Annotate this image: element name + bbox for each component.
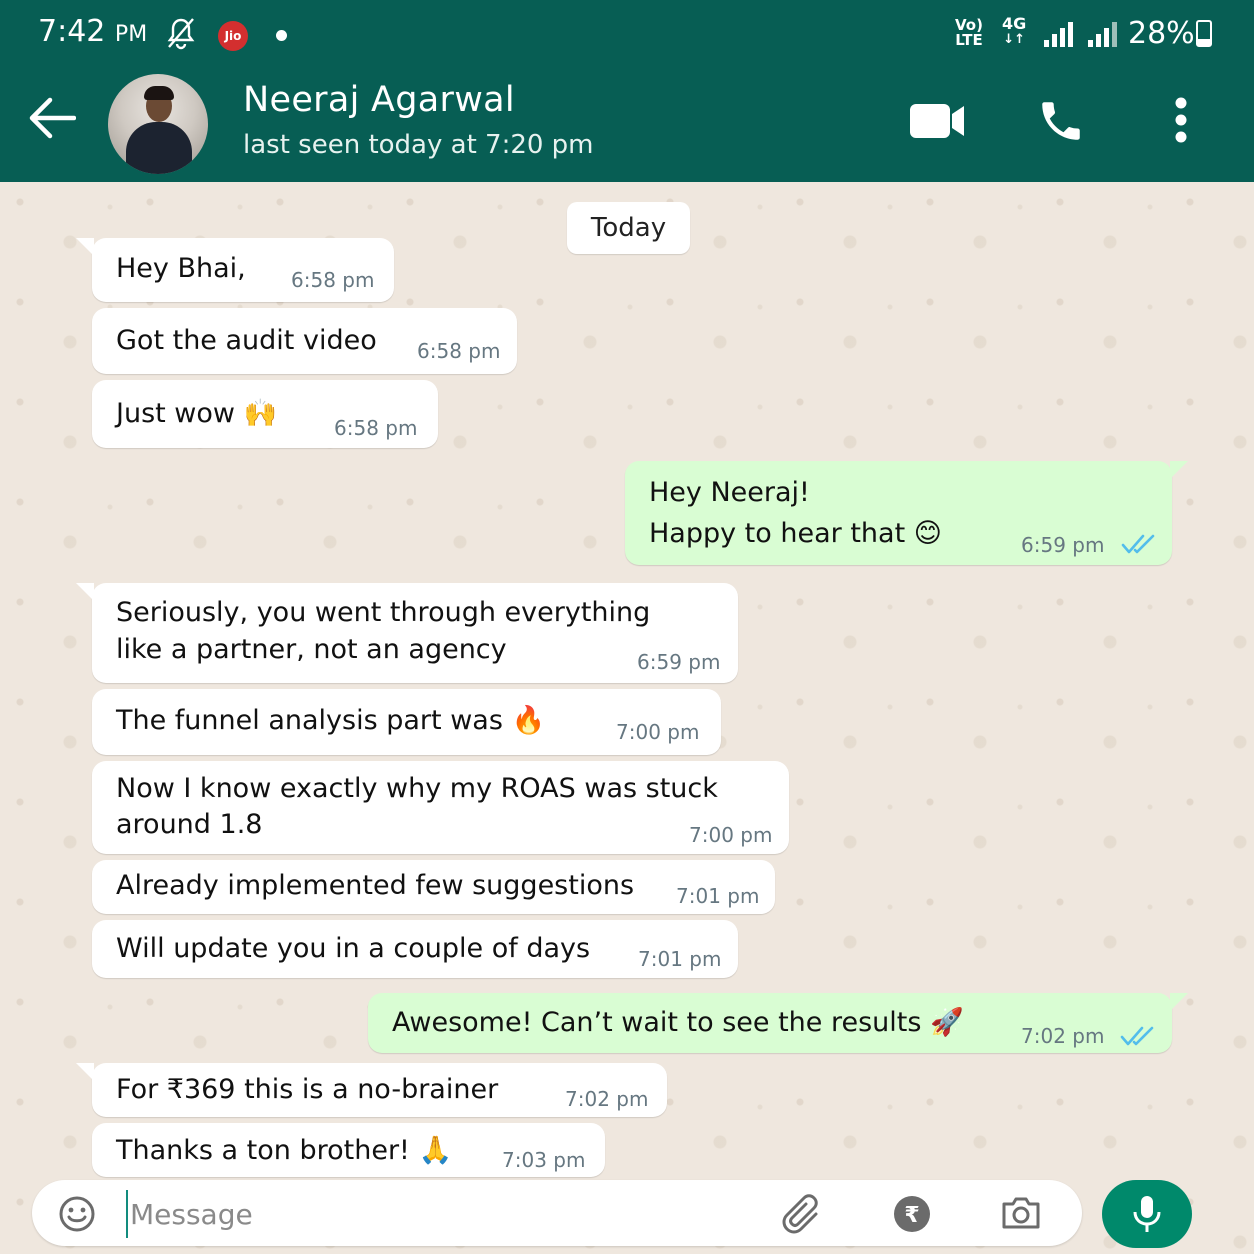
message-time: 6:59 pm (1021, 533, 1105, 557)
message-bubble-incoming[interactable]: The funnel analysis part was 🔥 7:00 pm (92, 689, 721, 755)
message-time: 7:01 pm (676, 884, 760, 908)
read-ticks-icon (1120, 1025, 1154, 1051)
message-text: Hey Bhai, (116, 253, 246, 284)
message-bubble-incoming[interactable]: Will update you in a couple of days 7:01… (92, 920, 738, 978)
message-bubble-incoming[interactable]: Seriously, you went through everything l… (76, 583, 738, 683)
message-bubble-incoming[interactable]: Got the audit video 6:58 pm (92, 308, 517, 374)
status-time: 7:42 PM (38, 14, 148, 49)
date-chip: Today (567, 202, 690, 254)
message-text: For ₹369 this is a no-brainer (116, 1074, 499, 1105)
video-call-icon[interactable] (908, 100, 966, 144)
status-bar: 7:42 PM Jio Vo) LTE 4G ↓↑ 28% (0, 0, 1254, 70)
message-text: Already implemented few suggestions (116, 870, 635, 901)
message-time: 7:02 pm (565, 1087, 649, 1111)
message-bubble-incoming[interactable]: Just wow 🙌 6:58 pm (92, 380, 438, 448)
message-bubble-incoming[interactable]: Hey Bhai, 6:58 pm (76, 238, 394, 302)
last-seen-status: last seen today at 7:20 pm (243, 130, 594, 160)
message-text: Got the audit video (116, 325, 377, 356)
contact-name[interactable]: Neeraj Agarwal (243, 80, 515, 120)
bell-muted-icon (166, 16, 196, 54)
message-text: Awesome! Can’t wait to see the results 🚀 (392, 1007, 964, 1038)
message-text: Now I know exactly why my ROAS was stuck… (116, 773, 718, 840)
message-text: Thanks a ton brother! 🙏 (116, 1135, 453, 1166)
message-time: 7:00 pm (689, 823, 773, 847)
message-text: Will update you in a couple of days (116, 933, 591, 964)
network-type: 4G ↓↑ (1002, 14, 1027, 48)
emoji-icon[interactable] (58, 1195, 96, 1237)
message-bubble-incoming[interactable]: For ₹369 this is a no-brainer 7:02 pm (76, 1063, 667, 1117)
message-text: Just wow 🙌 (116, 398, 278, 429)
more-vert-icon[interactable] (1172, 97, 1190, 147)
jio-badge: Jio (218, 21, 248, 51)
message-bubble-incoming[interactable]: Already implemented few suggestions 7:01… (92, 860, 775, 914)
mic-button[interactable] (1102, 1180, 1192, 1248)
camera-icon[interactable] (1000, 1195, 1042, 1235)
read-ticks-icon (1121, 533, 1155, 559)
battery-percent: 28% (1128, 16, 1195, 51)
message-input[interactable] (126, 1190, 732, 1238)
volte-indicator: Vo) LTE (955, 16, 983, 49)
message-time: 7:03 pm (502, 1148, 586, 1172)
phone-icon[interactable] (1036, 96, 1086, 150)
message-time: 7:01 pm (638, 947, 722, 971)
message-time: 6:59 pm (637, 650, 721, 674)
signal-icon-2 (1086, 20, 1118, 52)
battery-icon (1196, 20, 1212, 47)
rupee-payment-icon[interactable]: ₹ (892, 1195, 932, 1237)
message-text: The funnel analysis part was 🔥 (116, 705, 546, 736)
svg-text:₹: ₹ (904, 1203, 919, 1228)
message-time: 6:58 pm (291, 268, 375, 292)
message-bubble-incoming[interactable]: Now I know exactly why my ROAS was stuck… (92, 761, 789, 854)
message-text: Hey Neeraj! Happy to hear that 😊 (649, 477, 942, 549)
message-bubble-incoming[interactable]: Thanks a ton brother! 🙏 7:03 pm (92, 1123, 605, 1177)
notification-dot-icon (276, 30, 287, 41)
back-arrow-icon[interactable] (28, 96, 77, 144)
message-bubble-outgoing[interactable]: Hey Neeraj! Happy to hear that 😊 6:59 pm (625, 461, 1188, 565)
signal-icon (1042, 20, 1074, 52)
message-time: 6:58 pm (334, 416, 418, 440)
message-time: 7:00 pm (616, 720, 700, 744)
attach-icon[interactable] (782, 1194, 826, 1238)
chat-header: 7:42 PM Jio Vo) LTE 4G ↓↑ 28% Neeraj Agarw… (0, 0, 1254, 182)
avatar[interactable] (108, 74, 208, 174)
message-composer: ₹ (32, 1180, 1082, 1246)
message-time: 7:02 pm (1021, 1024, 1105, 1048)
message-bubble-outgoing[interactable]: Awesome! Can’t wait to see the results 🚀… (368, 993, 1188, 1053)
message-time: 6:58 pm (417, 339, 501, 363)
message-text: Seriously, you went through everything l… (116, 597, 651, 665)
